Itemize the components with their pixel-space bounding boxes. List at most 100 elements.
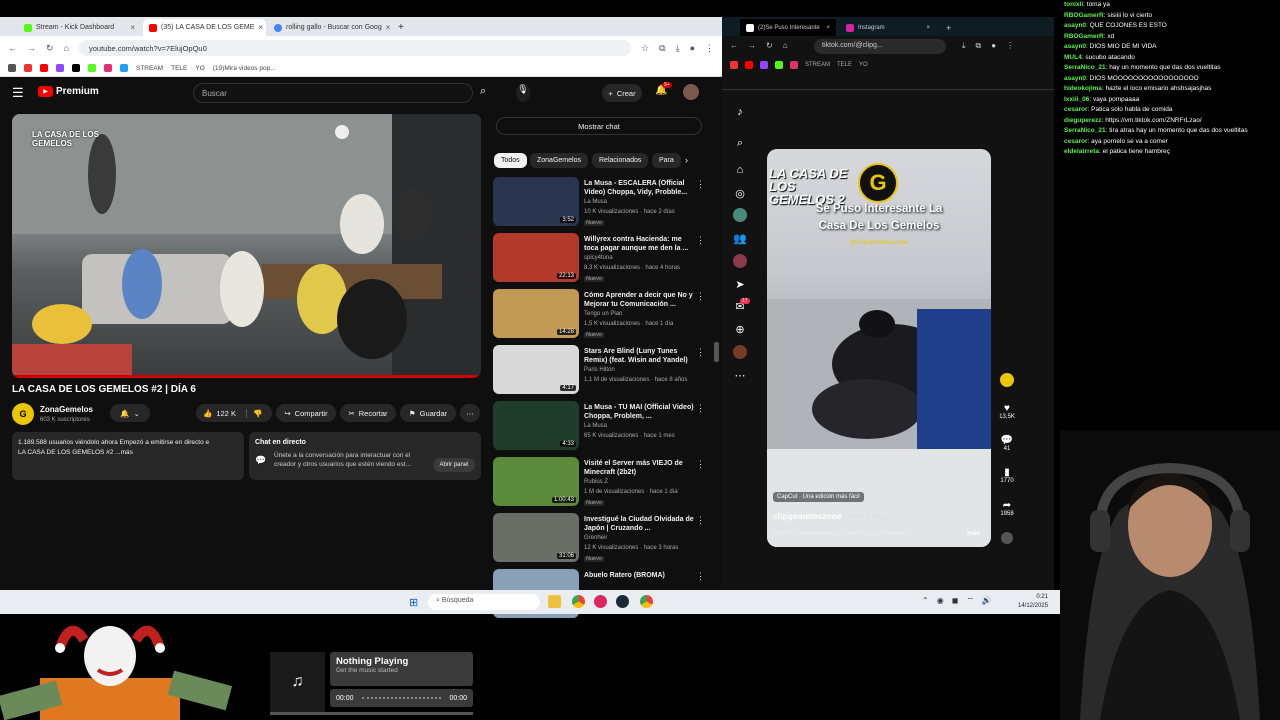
profile-icon[interactable] [732,344,748,360]
windows-start-icon[interactable]: ⊞ [409,596,418,609]
volume-icon[interactable]: 🔊 [982,596,992,606]
reload-icon[interactable]: ↻ [46,43,54,54]
close-icon[interactable]: × [130,23,135,32]
bookmark-icon[interactable] [730,61,738,69]
more-vert-icon[interactable]: ⋮ [696,347,705,358]
recommendation-item[interactable]: 4:17 Stars Are Blind (Luny Tunes Remix) (… [493,345,713,397]
forward-icon[interactable]: → [27,43,36,53]
close-icon[interactable]: × [258,23,263,32]
chat-username[interactable]: MUL4 [1064,54,1082,61]
more-actions-button[interactable]: ⋯ [460,404,480,422]
description-box[interactable]: 1.189.588 usuarios viéndolo ahora Empezó… [12,432,244,480]
share-button[interactable]: ➦ 1958 [997,500,1017,517]
chat-username[interactable]: SerraNico_21 [1064,127,1106,134]
tab-google[interactable]: rolling gallo - Buscar con Goog × [268,19,391,36]
youtube-icon[interactable] [40,64,48,72]
url-field[interactable]: youtube.com/watch?v=7ElujOpQu0 [78,40,632,56]
friends-icon[interactable]: 👥 [732,230,748,246]
bookmark-tele[interactable]: TELE [837,62,852,68]
music-progress[interactable]: 00:00 00:00 [330,689,473,707]
more-vert-icon[interactable]: ⋮ [696,235,705,246]
chat-username[interactable]: tonixli [1064,1,1083,8]
tray-app-icon[interactable]: ◼ [952,596,959,606]
bookmark-icon[interactable] [120,64,128,72]
more-vert-icon[interactable]: ⋮ [696,515,705,526]
chip-para[interactable]: Para [652,153,681,168]
steam-icon[interactable] [616,595,629,608]
video-thumbnail[interactable]: 31:06 [493,513,579,562]
clock[interactable]: 0:21 14/12/2025 [1018,593,1048,611]
profile-icon[interactable]: ● [690,43,695,53]
video-thumbnail[interactable]: 3:52 [493,177,579,226]
instagram-icon[interactable] [790,61,798,69]
upload-icon[interactable]: ⊕ [732,321,748,337]
avatar[interactable] [683,84,699,100]
create-button[interactable]: + Crear [602,84,642,102]
tab-instagram[interactable]: Instagram × [840,19,936,36]
scrollbar[interactable] [714,342,719,362]
home-icon[interactable]: ⌂ [64,43,69,53]
explore-icon[interactable]: ◎ [732,185,748,201]
chip-zonagemelos[interactable]: ZonaGemelos [530,153,588,168]
show-chat-button[interactable]: Mostrar chat [496,117,702,135]
chat-username[interactable]: lxxiii_06 [1064,96,1089,103]
chrome-icon[interactable] [640,595,653,608]
back-icon[interactable]: ← [8,43,17,53]
bookmark-yo[interactable]: YO [195,65,204,72]
bookmark-mira[interactable]: (19)Mira videos pop... [213,65,276,72]
chevron-right-icon[interactable]: › [685,155,688,165]
microphone-icon[interactable]: 🎙 [516,84,530,102]
download-icon[interactable]: ⤓ [962,41,966,51]
more-vert-icon[interactable]: ⋮ [696,459,705,470]
author-name[interactable]: clipgemeloszone · Hace 1 día(s) [773,511,890,521]
chip-related[interactable]: Relacionados [592,153,649,168]
chat-username[interactable]: SerraNico_21 [1064,64,1106,71]
more-vert-icon[interactable]: ⋮ [696,291,705,302]
recommendation-item[interactable]: 4:33 La Musa - TU MAI (Official Video) Ch… [493,401,713,453]
profile-icon[interactable]: ● [991,41,996,51]
menu-icon[interactable]: ⋮ [1006,41,1014,51]
tab-kick[interactable]: Stream - Kick Dashboard × [18,19,141,36]
file-explorer-icon[interactable] [548,595,561,608]
progress-bar[interactable] [12,375,481,378]
bookmark-stream[interactable]: STREAM [805,62,830,68]
save-button[interactable]: ⚑ Guardar [400,404,456,422]
youtube-icon[interactable] [745,61,753,69]
capcut-badge[interactable]: CapCut · Una edición más fácil [773,492,864,502]
like-button[interactable]: 👍 122 K 👎 [196,404,272,422]
chat-username[interactable]: cesaror [1064,106,1088,113]
chat-username[interactable]: dieguperezz [1064,117,1102,124]
new-tab-button[interactable]: + [392,19,406,36]
channel-avatar[interactable]: G [12,403,34,425]
messages-icon[interactable]: ➤ [732,276,748,292]
tab-tiktok[interactable]: (2)Se Puso Interesante × [740,19,836,36]
bookmark-tele[interactable]: TELE [171,65,187,72]
video-thumbnail[interactable]: 4:17 [493,345,579,394]
hamburger-icon[interactable]: ☰ [12,85,24,101]
twitch-icon[interactable] [760,61,768,69]
bookmark-icon[interactable] [24,64,32,72]
close-icon[interactable]: × [826,25,830,31]
more-icon[interactable]: ⋯ [732,367,748,383]
chat-username[interactable]: asayn0 [1064,43,1086,50]
thumbs-down-icon[interactable]: 👎 [245,408,262,418]
tiktok-icon[interactable] [72,64,80,72]
chat-username[interactable]: asayn0 [1064,22,1086,29]
following-avatar-icon[interactable] [732,207,748,223]
search-icon[interactable]: ⌕ [480,85,486,98]
chat-username[interactable]: RBOGamerR [1064,12,1104,19]
chat-username[interactable]: hideokojima [1064,85,1102,92]
bookmark-yo[interactable]: YO [859,62,868,68]
recommendation-item[interactable]: 3:52 La Musa - ESCALERA (Official Video) … [493,177,713,229]
new-tab-button[interactable]: + [940,19,954,36]
open-panel-button[interactable]: Abrir panel [433,458,475,472]
kick-icon[interactable] [88,64,96,72]
extensions-icon[interactable]: ⧉ [976,41,982,51]
close-icon[interactable]: × [926,25,930,31]
recommendation-item[interactable]: 1:00:43 Visité el Server más VIEJO de Min… [493,457,713,509]
youtube-logo[interactable]: ▶ Premium [38,86,99,97]
home-icon[interactable]: ⌂ [732,162,748,178]
chrome-icon[interactable] [572,595,585,608]
video-thumbnail[interactable]: 1:00:43 [493,457,579,506]
tab-youtube[interactable]: (35) LA CASA DE LOS GEME × [143,19,266,36]
